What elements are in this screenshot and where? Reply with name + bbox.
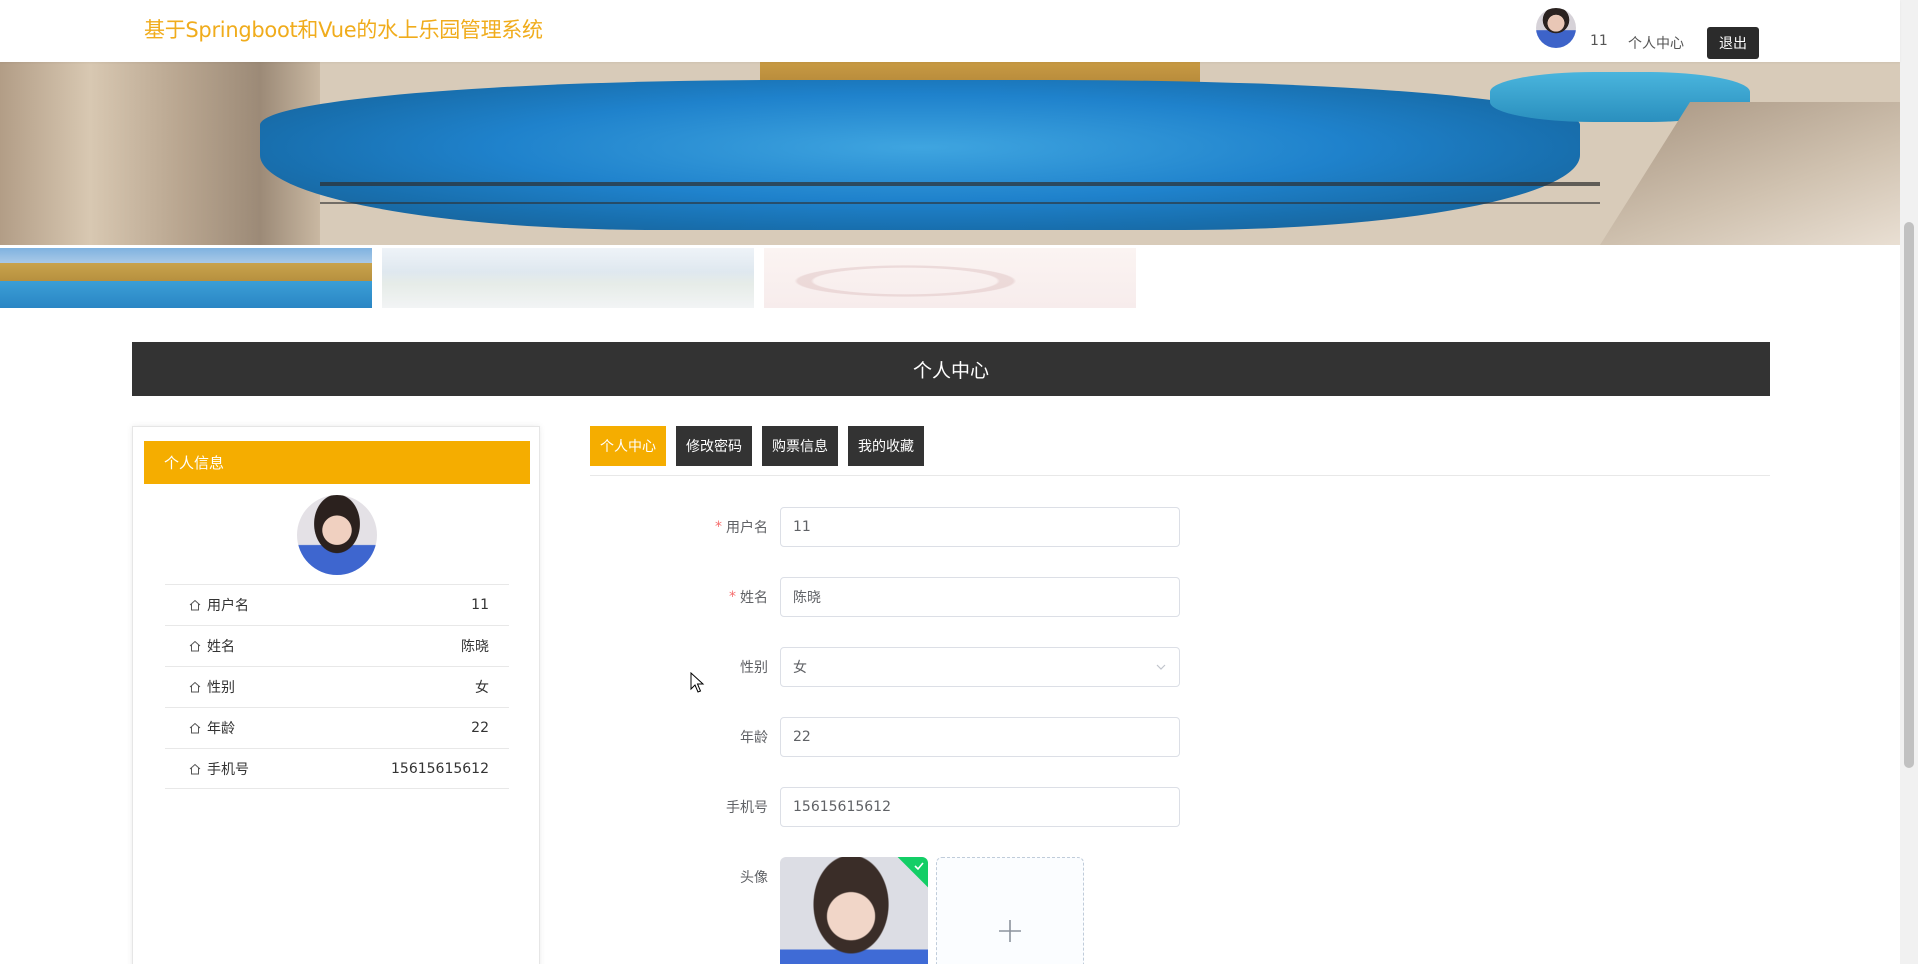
required-mark: * [729, 589, 736, 605]
info-label: 用户名 [189, 595, 249, 615]
info-value: 11 [471, 597, 489, 613]
site-title[interactable]: 基于Springboot和Vue的水上乐园管理系统 [144, 14, 543, 44]
info-label-text: 姓名 [207, 639, 235, 655]
info-value: 15615615612 [391, 760, 489, 777]
info-label: 年龄 [189, 718, 235, 738]
form-label-text: 姓名 [740, 590, 768, 606]
home-icon [189, 681, 201, 693]
info-label: 性别 [189, 677, 235, 697]
mouse-cursor-icon [690, 672, 705, 693]
profile-info-list: 用户名 11 姓名 陈晓 性别 女 年龄 22 手机号 15615615612 [165, 584, 509, 789]
form-row-name: * 姓名 [590, 577, 1180, 617]
info-row-phone: 手机号 15615615612 [165, 748, 509, 789]
gender-select[interactable]: 女 [780, 647, 1180, 687]
form-label-text: 用户名 [726, 520, 768, 536]
home-icon [189, 640, 201, 652]
tab-ticket-info[interactable]: 购票信息 [762, 426, 838, 466]
profile-card-title: 个人信息 [144, 441, 530, 484]
info-row-name: 姓名 陈晓 [165, 625, 509, 666]
section-bar: 个人中心 [132, 342, 1770, 396]
home-icon [189, 722, 201, 734]
form-row-username: * 用户名 [590, 507, 1180, 547]
info-label-text: 年龄 [207, 721, 235, 737]
profile-tabs: 个人中心 修改密码 购票信息 我的收藏 [590, 426, 924, 466]
form-row-gender: 性别 女 [590, 647, 1180, 687]
info-label-text: 手机号 [207, 761, 249, 778]
form-label-avatar: 头像 [740, 870, 768, 886]
tab-change-password[interactable]: 修改密码 [676, 426, 752, 466]
banner-railing [320, 202, 1600, 204]
form-label-phone: 手机号 [726, 800, 768, 816]
form-label-gender: 性别 [740, 660, 768, 676]
avatar-preview[interactable] [780, 857, 928, 964]
header-username: 11 [1590, 33, 1608, 49]
phone-input[interactable] [780, 787, 1180, 827]
form-label-name: * 姓名 [729, 577, 768, 617]
form-row-phone: 手机号 [590, 787, 1180, 827]
home-icon [189, 599, 201, 611]
form-label-username: * 用户名 [715, 507, 768, 547]
carousel-thumbnail-2[interactable] [382, 248, 754, 308]
banner-pool [260, 80, 1580, 230]
plus-icon [999, 920, 1021, 942]
user-center-link[interactable]: 个人中心 [1628, 33, 1684, 53]
required-mark: * [715, 519, 722, 535]
info-row-gender: 性别 女 [165, 666, 509, 707]
page-scrollbar-thumb[interactable] [1904, 222, 1914, 768]
carousel-thumbnail-1[interactable] [0, 248, 372, 308]
check-icon [914, 862, 924, 871]
profile-avatar [297, 495, 377, 575]
info-row-username: 用户名 11 [165, 584, 509, 625]
banner-carousel[interactable] [0, 62, 1900, 245]
info-label-text: 用户名 [207, 598, 249, 614]
section-title: 个人中心 [912, 359, 989, 382]
info-label: 手机号 [189, 759, 249, 779]
name-input[interactable] [780, 577, 1180, 617]
tab-favorites[interactable]: 我的收藏 [848, 426, 924, 466]
form-row-avatar: 头像 [590, 857, 1180, 964]
top-header: 基于Springboot和Vue的水上乐园管理系统 11 个人中心 退出 [0, 0, 1900, 62]
info-value: 女 [475, 680, 489, 696]
logout-button[interactable]: 退出 [1707, 27, 1759, 59]
form-row-age: 年龄 [590, 717, 1180, 757]
info-row-age: 年龄 22 [165, 707, 509, 748]
age-input[interactable] [780, 717, 1180, 757]
banner-deck [1600, 102, 1900, 245]
banner-railing [320, 182, 1600, 186]
info-label: 姓名 [189, 636, 235, 656]
carousel-thumbnail-3[interactable] [764, 248, 1136, 308]
user-avatar[interactable] [1536, 8, 1576, 48]
gender-select-value: 女 [793, 660, 807, 676]
tab-user-center[interactable]: 个人中心 [590, 426, 666, 466]
chevron-down-icon [1156, 664, 1166, 670]
form-label-age: 年龄 [740, 730, 768, 746]
profile-card: 个人信息 用户名 11 姓名 陈晓 性别 女 年龄 22 手机号 1561561… [132, 426, 540, 964]
info-value: 陈晓 [461, 639, 489, 655]
avatar-upload-button[interactable] [936, 857, 1084, 964]
username-input[interactable] [780, 507, 1180, 547]
info-label-text: 性别 [207, 680, 235, 696]
tabs-divider [590, 475, 1770, 476]
info-value: 22 [471, 720, 489, 736]
home-icon [189, 763, 201, 774]
